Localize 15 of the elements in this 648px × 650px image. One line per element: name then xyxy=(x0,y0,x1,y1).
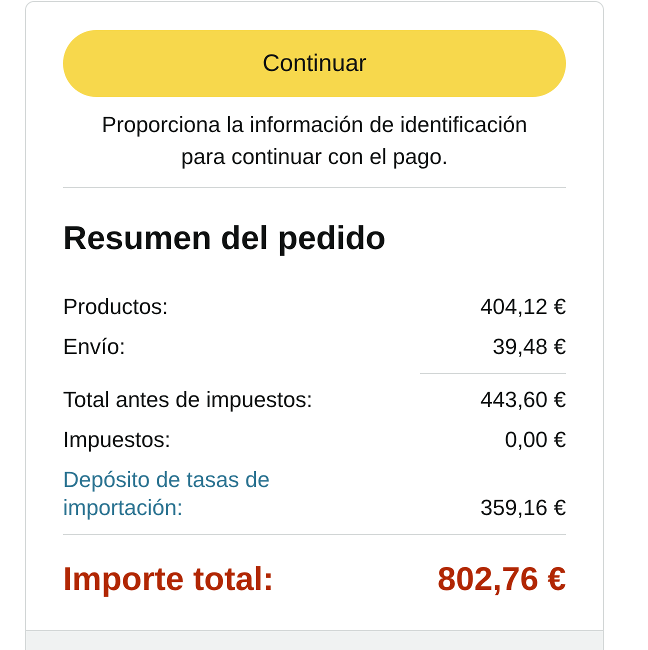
summary-label: Productos: xyxy=(63,293,168,321)
total-label: Importe total: xyxy=(63,559,274,599)
continue-button[interactable]: Continuar xyxy=(63,30,566,97)
summary-label: Envío: xyxy=(63,333,126,361)
summary-heading: Resumen del pedido xyxy=(63,218,387,258)
summary-amount: 443,60 € xyxy=(480,386,566,414)
import-fees-link[interactable]: Depósito de tasas de importación: xyxy=(63,466,313,522)
summary-amount: 0,00 € xyxy=(504,426,566,454)
summary-amount: 359,16 € xyxy=(480,494,566,522)
summary-label: Impuestos: xyxy=(63,426,171,454)
summary-label: Total antes de impuestos: xyxy=(63,386,312,414)
summary-amount: 39,48 € xyxy=(492,333,566,361)
total-amount: 802,76 € xyxy=(438,559,566,599)
summary-amount: 404,12 € xyxy=(480,293,566,321)
identification-notice: Proporciona la información de identificación para continuar con el pago. xyxy=(100,111,528,171)
